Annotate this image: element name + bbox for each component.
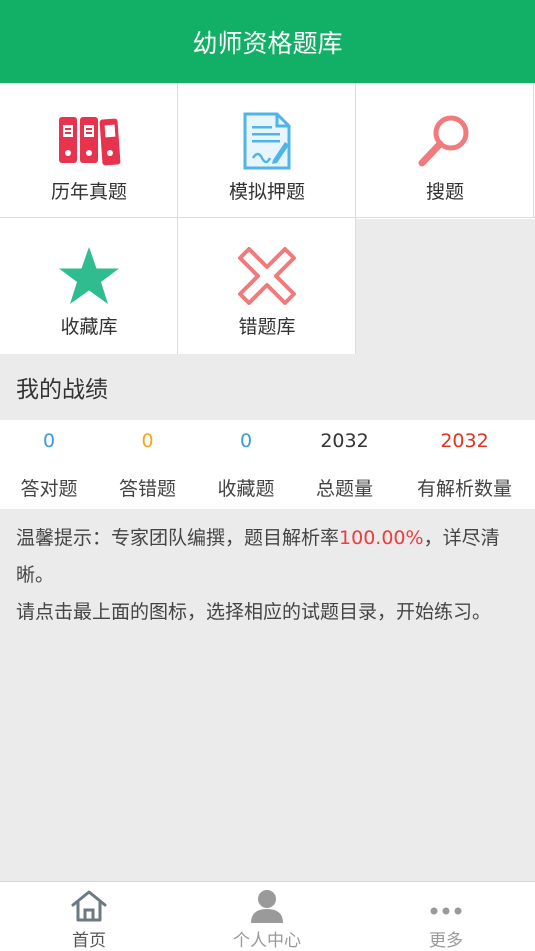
page-title: 幼师资格题库	[192, 28, 343, 58]
menu-item-label: 搜题	[425, 181, 464, 203]
stat-label: 答对题	[20, 478, 78, 500]
stat-correct: 0 答对题	[0, 420, 98, 509]
stat-favorites: 0 收藏题	[197, 420, 295, 509]
bottom-tab-bar: 首页 个人中心 更多	[0, 881, 535, 951]
stat-label: 答错题	[118, 478, 176, 500]
star-icon	[54, 244, 124, 308]
menu-item-favorites[interactable]: 收藏库	[0, 218, 178, 353]
user-icon	[247, 888, 287, 924]
stat-value: 2032	[320, 430, 369, 452]
divider	[177, 83, 178, 354]
tips-text: 温馨提示：专家团队编撰，题目解析率100.00%，详尽清晰。 请点击最上面的图标…	[16, 520, 521, 631]
stat-value: 2032	[440, 430, 489, 452]
stat-label: 收藏题	[217, 478, 275, 500]
document-pen-icon	[232, 109, 302, 173]
explanation-rate: 100.00%	[339, 527, 424, 549]
menu-item-search[interactable]: 搜题	[356, 83, 534, 218]
binders-icon	[54, 109, 124, 173]
tab-profile[interactable]: 个人中心	[178, 882, 356, 951]
tab-label: 更多	[429, 931, 463, 951]
stat-value: 0	[42, 430, 56, 452]
menu-item-label: 历年真题	[50, 181, 127, 203]
search-icon	[410, 109, 480, 173]
tab-more[interactable]: 更多	[357, 882, 535, 951]
menu-grid: 历年真题 模拟押题 搜题 收藏库 错题库	[0, 83, 535, 354]
stats-panel: 0 答对题 0 答错题 0 收藏题 2032 总题量 2032 有解析数量	[0, 420, 535, 509]
menu-item-label: 收藏库	[60, 316, 118, 338]
menu-item-wrong-questions[interactable]: 错题库	[178, 218, 356, 353]
menu-item-label: 模拟押题	[228, 181, 305, 203]
tips-prefix: 温馨提示：专家团队编撰，题目解析率	[16, 527, 340, 549]
stats-section-title: 我的战绩	[0, 354, 535, 420]
stat-label: 总题量	[315, 478, 373, 500]
divider	[533, 83, 534, 218]
stat-label: 有解析数量	[416, 478, 512, 500]
stat-value: 0	[239, 430, 253, 452]
tab-label: 首页	[72, 931, 106, 951]
tips-line-2: 请点击最上面的图标，选择相应的试题目录，开始练习。	[16, 601, 492, 623]
menu-item-label: 错题库	[238, 316, 296, 338]
menu-item-past-exams[interactable]: 历年真题	[0, 83, 178, 218]
tab-home[interactable]: 首页	[0, 882, 178, 951]
menu-item-mock-exams[interactable]: 模拟押题	[178, 83, 356, 218]
stat-value: 0	[141, 430, 154, 452]
home-icon	[69, 888, 109, 924]
empty-cell	[356, 219, 535, 354]
tab-label: 个人中心	[233, 931, 301, 951]
stat-explained: 2032 有解析数量	[394, 420, 535, 509]
more-icon	[426, 888, 466, 924]
app-header: 幼师资格题库	[0, 0, 535, 83]
stat-wrong: 0 答错题	[98, 420, 197, 509]
x-mark-icon	[232, 244, 302, 308]
tips-line-1: 温馨提示：专家团队编撰，题目解析率100.00%，详尽清晰。	[16, 520, 521, 594]
stat-total: 2032 总题量	[295, 420, 394, 509]
divider	[0, 217, 535, 218]
